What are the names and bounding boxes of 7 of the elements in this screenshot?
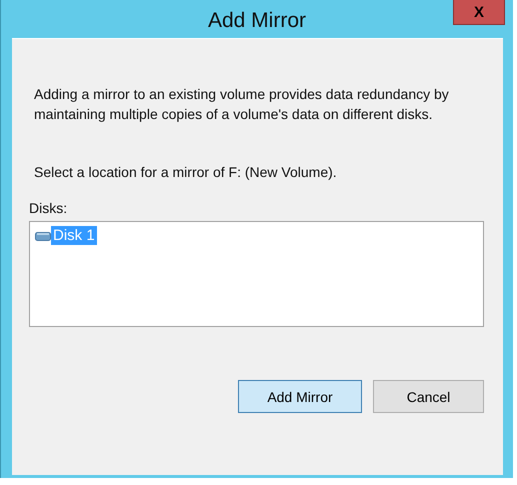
disks-label: Disks: (29, 200, 68, 216)
location-prompt: Select a location for a mirror of F: (New Volume). (34, 164, 338, 180)
description-text: Adding a mirror to an existing volume provides data redundancy by maintaining multiple copies of a volume's data on different disks. (34, 85, 450, 124)
window-title: Add Mirror (208, 9, 306, 33)
close-button[interactable]: X (453, 0, 505, 25)
add-mirror-button[interactable]: Add Mirror (238, 380, 362, 413)
cancel-button[interactable]: Cancel (373, 380, 484, 413)
